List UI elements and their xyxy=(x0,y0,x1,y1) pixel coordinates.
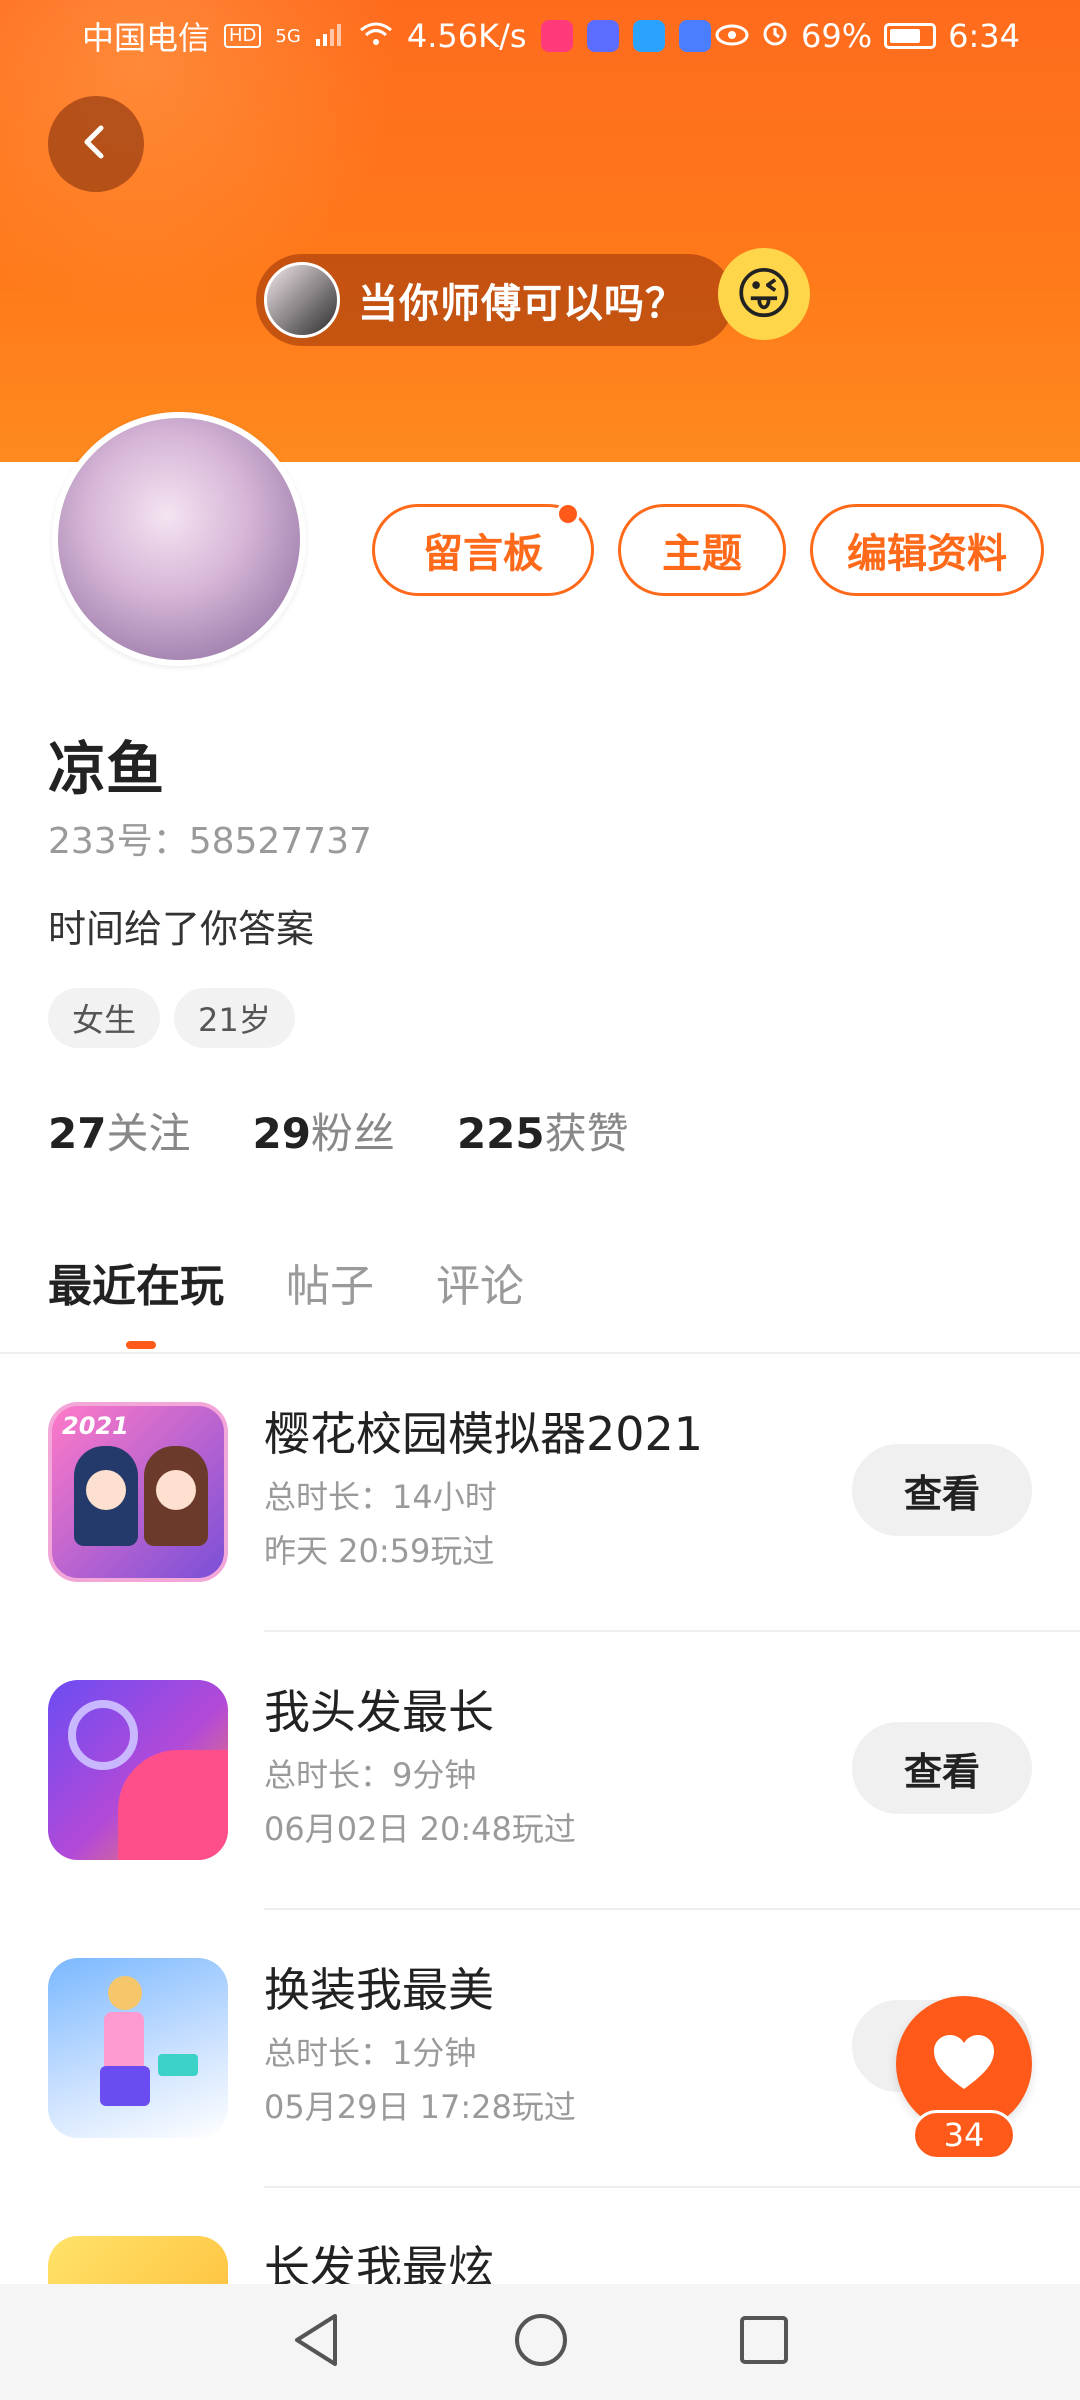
game-last-played: 昨天 20:59玩过 xyxy=(264,1532,495,1570)
game-duration: 总时长：14小时 xyxy=(264,1478,497,1516)
game-title: 樱花校园模拟器2021 xyxy=(264,1407,704,1461)
view-button[interactable]: 查看 xyxy=(852,1722,1032,1814)
recents-nav-icon[interactable] xyxy=(739,2315,789,2369)
game-icon-long-hair xyxy=(48,1680,228,1860)
clock: 6:34 xyxy=(948,17,1020,55)
hd-badge: HD xyxy=(224,24,262,48)
tab-indicator xyxy=(126,1341,156,1349)
likes-stat[interactable]: 225获赞 xyxy=(457,1100,629,1161)
edit-profile-label: 编辑资料 xyxy=(847,531,1007,577)
user-bio: 时间给了你答案 xyxy=(48,907,315,951)
likes-label: 获赞 xyxy=(544,1109,629,1158)
following-stat[interactable]: 27关注 xyxy=(48,1100,190,1161)
tag-gender: 女生 xyxy=(48,988,161,1048)
back-button[interactable] xyxy=(48,96,144,192)
content-tabs: 最近在玩 帖子 评论 xyxy=(48,1250,524,1314)
back-nav-icon[interactable] xyxy=(291,2312,343,2372)
theme-button[interactable]: 主题 xyxy=(618,504,786,596)
chevron-left-icon xyxy=(76,122,116,166)
user-stats: 27关注 29粉丝 225获赞 xyxy=(48,1100,629,1161)
game-icon-dress-up xyxy=(48,1958,228,2138)
battery-percent: 69% xyxy=(801,17,873,55)
avatar[interactable] xyxy=(52,412,306,666)
smile-emoji-icon: 😜 xyxy=(718,248,810,340)
following-count: 27 xyxy=(48,1109,107,1158)
game-last-played: 06月02日 20:48玩过 xyxy=(264,1810,576,1848)
fans-stat[interactable]: 29粉丝 xyxy=(252,1100,394,1161)
game-icon-badge: 2021 xyxy=(62,1412,129,1440)
game-list-item[interactable]: 2021 樱花校园模拟器2021 总时长：14小时 昨天 20:59玩过 查看 xyxy=(0,1354,1080,1632)
promo-banner[interactable]: 当你师傅可以吗？ xyxy=(256,254,734,346)
tab-comments[interactable]: 评论 xyxy=(436,1250,524,1314)
system-nav-bar xyxy=(0,2284,1080,2400)
video-app-icon xyxy=(540,20,573,52)
heart-icon xyxy=(932,2033,996,2095)
alarm-icon xyxy=(761,17,789,55)
net-label: 5G xyxy=(275,25,301,47)
carrier-label: 中国电信 xyxy=(82,19,211,57)
view-button[interactable]: 查看 xyxy=(852,1444,1032,1536)
wifi-icon xyxy=(359,17,393,55)
signal-icon xyxy=(315,17,345,55)
game-last-played: 05月29日 17:28玩过 xyxy=(264,2088,576,2126)
user-name: 凉鱼 xyxy=(48,735,165,803)
new-message-dot xyxy=(556,502,580,526)
battery-icon xyxy=(884,23,937,49)
tag-age: 21岁 xyxy=(174,988,295,1048)
following-label: 关注 xyxy=(106,1109,191,1158)
game-duration: 总时长：1分钟 xyxy=(264,2034,477,2072)
promo-text: 当你师傅可以吗？ xyxy=(358,281,686,327)
speed-label: 4.56K/s xyxy=(406,17,527,55)
game-icon-sakura: 2021 xyxy=(48,1402,228,1582)
like-count-badge: 34 xyxy=(912,2110,1016,2160)
music-app-icon xyxy=(586,20,619,52)
fans-count: 29 xyxy=(252,1109,311,1158)
bulb-app-icon xyxy=(632,20,665,52)
status-bar: 中国电信 HD 5G 4.56K/s 69% 6:34 xyxy=(0,0,1080,72)
user-tags: 女生 21岁 xyxy=(48,988,295,1048)
theme-label: 主题 xyxy=(662,531,742,577)
game-list-item[interactable]: 我头发最长 总时长：9分钟 06月02日 20:48玩过 查看 xyxy=(0,1632,1080,1910)
tab-posts[interactable]: 帖子 xyxy=(286,1250,374,1314)
game-title: 换装我最美 xyxy=(264,1963,494,2017)
message-board-label: 留言板 xyxy=(423,531,543,577)
tab-recent-played[interactable]: 最近在玩 xyxy=(48,1250,224,1314)
home-nav-icon[interactable] xyxy=(513,2312,569,2372)
user-id: 233号：58527737 xyxy=(48,821,372,862)
eye-icon xyxy=(715,17,749,55)
likes-count: 225 xyxy=(456,1109,545,1158)
edit-profile-button[interactable]: 编辑资料 xyxy=(810,504,1044,596)
game-duration: 总时长：9分钟 xyxy=(264,1756,477,1794)
promo-avatar xyxy=(264,262,340,338)
fans-label: 粉丝 xyxy=(310,1109,395,1158)
game-title: 我头发最长 xyxy=(264,1685,494,1739)
profile-header: 中国电信 HD 5G 4.56K/s 69% 6:34 当你师傅可以吗？ 😜 xyxy=(0,0,1080,462)
game-app-icon xyxy=(678,20,711,52)
